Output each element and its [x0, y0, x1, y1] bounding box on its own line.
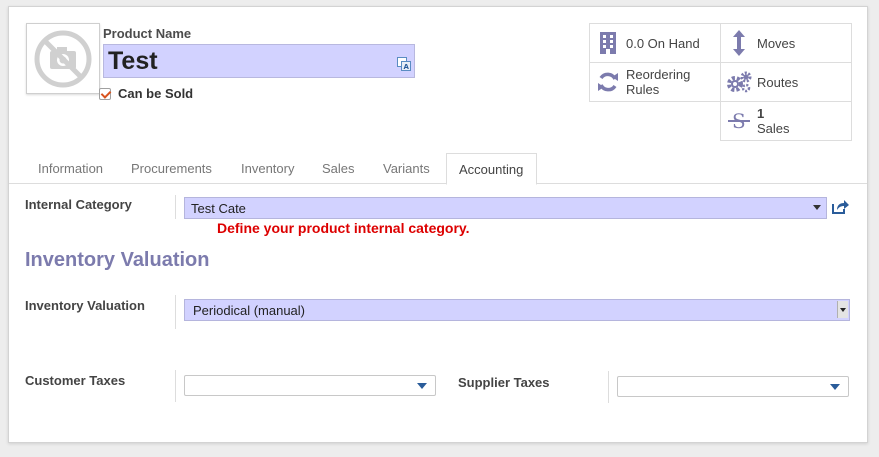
sales-label: Sales — [757, 121, 790, 136]
tab-accounting[interactable]: Accounting — [446, 153, 537, 185]
routes-label: Routes — [757, 74, 799, 90]
gears-icon — [721, 71, 757, 93]
tab-information[interactable]: Information — [26, 153, 115, 184]
moves-label: Moves — [757, 35, 796, 51]
inventory-valuation-section-title: Inventory Valuation — [25, 249, 210, 271]
moves-arrow-icon — [721, 30, 757, 56]
inventory-valuation-label: Inventory Valuation — [25, 298, 145, 313]
notebook-tabs: Information Procurements Inventory Sales… — [9, 152, 867, 185]
internal-category-label: Internal Category — [25, 197, 132, 212]
reordering-rules-button[interactable]: Reordering Rules — [589, 62, 721, 102]
product-image[interactable] — [26, 23, 100, 94]
smart-buttons: 0.0 On Hand Moves Reordering Rules Route… — [589, 23, 852, 141]
external-link-icon[interactable] — [831, 199, 849, 220]
strikethrough-s-icon: S — [721, 109, 757, 133]
tab-variants[interactable]: Variants — [371, 153, 442, 184]
product-name-label: Product Name — [103, 26, 192, 41]
tab-inventory[interactable]: Inventory — [229, 153, 306, 184]
can-be-sold-checkbox[interactable] — [99, 87, 111, 100]
field-divider — [175, 370, 176, 402]
supplier-taxes-label: Supplier Taxes — [458, 375, 550, 390]
no-image-camera-icon — [34, 30, 92, 87]
chevron-down-icon — [830, 384, 840, 390]
product-name-input[interactable]: Test A — [103, 44, 415, 78]
customer-taxes-label: Customer Taxes — [25, 373, 126, 388]
can-be-sold-field[interactable]: Can be Sold — [99, 86, 193, 101]
refresh-icon — [590, 71, 626, 93]
internal-category-value: Test Cate — [191, 200, 246, 216]
inventory-valuation-select[interactable]: Periodical (manual) — [184, 299, 850, 321]
on-hand-label: 0.0 On Hand — [626, 35, 700, 51]
customer-taxes-select[interactable] — [184, 375, 436, 396]
field-divider — [608, 371, 609, 403]
tab-procurements[interactable]: Procurements — [119, 153, 224, 184]
svg-text:A: A — [404, 63, 410, 71]
field-divider — [175, 195, 176, 219]
internal-category-select[interactable]: Test Cate — [184, 197, 827, 219]
building-icon — [590, 31, 626, 55]
field-divider — [175, 295, 176, 329]
chevron-down-icon — [837, 301, 848, 318]
supplier-taxes-select[interactable] — [617, 376, 849, 397]
tab-sales[interactable]: Sales — [310, 153, 367, 184]
translate-icon[interactable]: A — [397, 48, 411, 78]
product-form-sheet: Product Name Test A Can be Sold 0.0 On H… — [8, 6, 868, 443]
can-be-sold-label: Can be Sold — [118, 86, 194, 101]
inventory-valuation-value: Periodical (manual) — [193, 302, 305, 318]
moves-button[interactable]: Moves — [720, 23, 852, 63]
sales-button[interactable]: S 1 Sales — [720, 101, 852, 141]
chevron-down-icon — [417, 383, 427, 389]
on-hand-button[interactable]: 0.0 On Hand — [589, 23, 721, 63]
routes-button[interactable]: Routes — [720, 62, 852, 102]
product-name-value: Test — [108, 47, 158, 75]
sales-count: 1 — [757, 106, 765, 121]
chevron-down-icon — [813, 205, 821, 210]
internal-category-hint: Define your product internal category. — [217, 220, 470, 236]
reordering-rules-label: Reordering Rules — [626, 67, 691, 97]
